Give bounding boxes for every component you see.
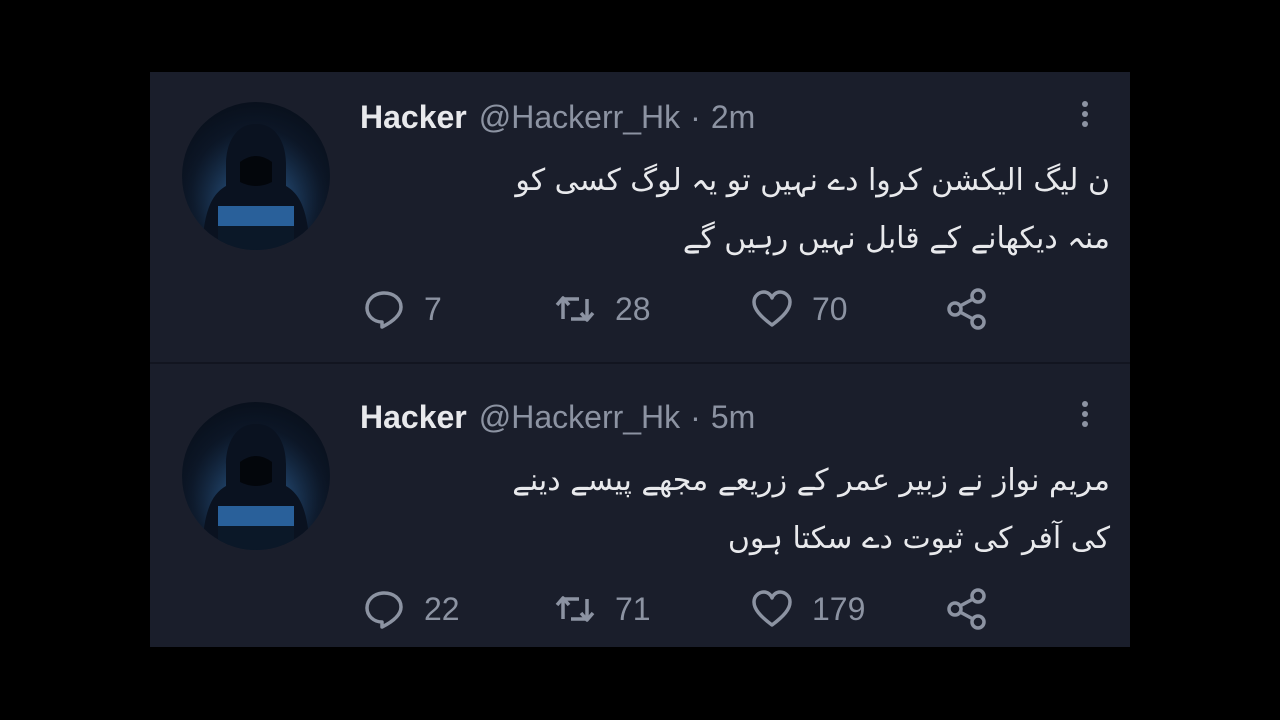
reply-count: 22 <box>424 590 460 627</box>
retweet-icon <box>555 596 595 622</box>
share-icon <box>947 588 986 630</box>
author-handle[interactable]: @Hackerr_Hk <box>479 99 680 136</box>
retweet-count: 28 <box>615 290 651 327</box>
retweet-count: 71 <box>615 590 651 627</box>
timestamp[interactable]: 2m <box>711 99 755 136</box>
heart-icon <box>752 290 792 327</box>
reply-button[interactable]: 7 <box>362 284 442 334</box>
heart-icon <box>752 590 792 627</box>
tweet-text: ن لیگ الیکشن کروا دے نہیں تو یہ لوگ کسی … <box>360 152 1110 268</box>
like-count: 179 <box>812 590 866 627</box>
tweet-actions: 22 71 179 <box>360 584 1010 634</box>
like-button[interactable]: 70 <box>750 284 848 334</box>
tweet-card[interactable]: Hacker @Hackerr_Hk · 5m مریم نواز نے زبی… <box>150 372 1130 662</box>
reply-count: 7 <box>424 290 442 327</box>
tweet-text-line: مریم نواز نے زبیر عمر کے زریعے مجھے پیسے… <box>512 463 1110 498</box>
tweet-panel: Hacker @Hackerr_Hk · 2m ن لیگ الیکشن کرو… <box>150 72 1130 647</box>
tweet-card[interactable]: Hacker @Hackerr_Hk · 2m ن لیگ الیکشن کرو… <box>150 72 1130 362</box>
retweet-button[interactable]: 28 <box>553 284 651 334</box>
author-handle[interactable]: @Hackerr_Hk <box>479 399 680 436</box>
more-vertical-icon[interactable] <box>1070 397 1100 437</box>
tweet-actions: 7 28 70 <box>360 284 1010 334</box>
like-button[interactable]: 179 <box>750 584 865 634</box>
author-name[interactable]: Hacker <box>360 99 467 136</box>
separator: · <box>690 99 701 135</box>
share-button[interactable] <box>945 284 989 334</box>
share-button[interactable] <box>945 584 989 634</box>
avatar[interactable] <box>182 102 330 250</box>
tweet-text-line: ن لیگ الیکشن کروا دے نہیں تو یہ لوگ کسی … <box>515 163 1110 198</box>
retweet-button[interactable]: 71 <box>553 584 651 634</box>
tweet-text-line: کی آفر کی ثبوت دے سکتا ہوں <box>727 521 1110 556</box>
divider <box>150 362 1130 364</box>
reply-icon <box>365 591 403 629</box>
like-count: 70 <box>812 290 848 327</box>
retweet-icon <box>555 296 595 322</box>
author-name[interactable]: Hacker <box>360 399 467 436</box>
avatar[interactable] <box>182 402 330 550</box>
timestamp[interactable]: 5m <box>711 399 755 436</box>
tweet-header: Hacker @Hackerr_Hk · 2m <box>360 99 755 145</box>
tweet-header: Hacker @Hackerr_Hk · 5m <box>360 399 755 445</box>
tweet-text: مریم نواز نے زبیر عمر کے زریعے مجھے پیسے… <box>360 452 1110 568</box>
tweet-text-line: منہ دیکھانے کے قابل نہیں رہیں گے <box>682 221 1110 256</box>
share-icon <box>947 288 986 330</box>
reply-icon <box>365 291 403 329</box>
separator: · <box>690 399 701 435</box>
more-vertical-icon[interactable] <box>1070 97 1100 137</box>
reply-button[interactable]: 22 <box>362 584 460 634</box>
